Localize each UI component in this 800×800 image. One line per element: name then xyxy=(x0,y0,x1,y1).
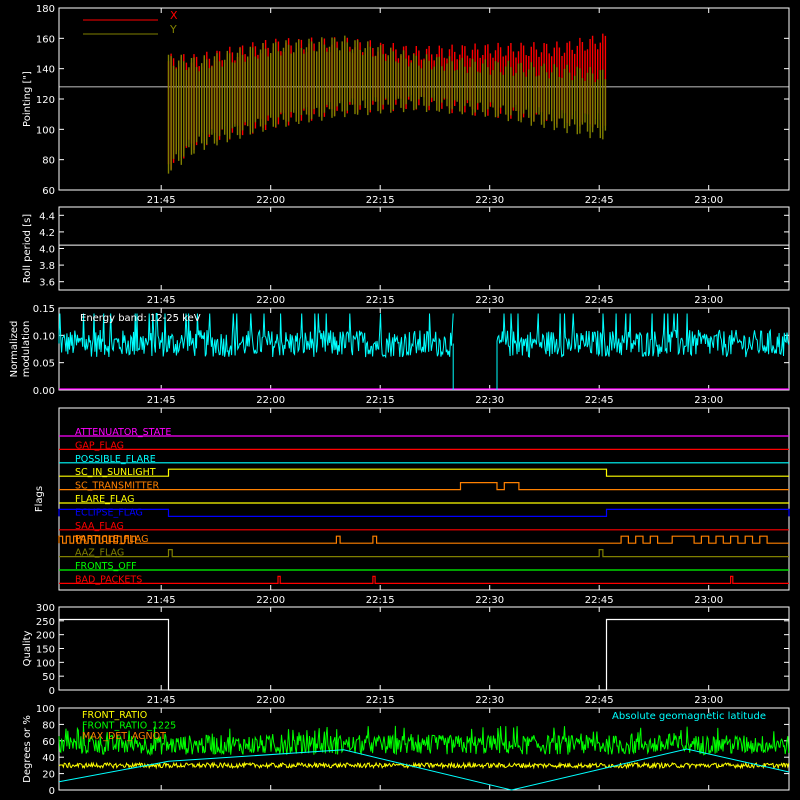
roll_period-xtick-label: 21:45 xyxy=(147,295,176,306)
flag-trace-sc_transmitter xyxy=(59,482,789,491)
flag-trace-sc_in_sunlight xyxy=(59,468,789,477)
pointing-ytick-label: 160 xyxy=(36,34,55,45)
quality-xtick-label: 21:45 xyxy=(147,695,176,706)
modulation-ylabel-line2: modulation xyxy=(21,321,32,378)
flag-trace-aaz_flag xyxy=(59,549,789,558)
pointing-xtick-label: 21:45 xyxy=(147,195,176,206)
quality-ytick-label: 200 xyxy=(36,631,55,642)
quality-xtick-label: 22:30 xyxy=(475,695,504,706)
quality-ytick-label: 150 xyxy=(36,645,55,656)
pointing-xtick-label: 23:00 xyxy=(694,195,723,206)
roll_period-ylabel: Roll period [s] xyxy=(22,214,33,283)
ratio-legend-front_ratio: FRONT_RATIO xyxy=(82,710,147,721)
ratio-series-front-ratio xyxy=(58,761,790,770)
modulation-annotation: Energy band: 12-25 keV xyxy=(80,313,201,324)
modulation-xtick-label: 21:45 xyxy=(147,395,176,406)
quality-ytick-label: 100 xyxy=(36,658,55,669)
roll_period-frame xyxy=(58,206,790,291)
pointing-xtick-label: 22:45 xyxy=(585,195,614,206)
ratios-ytick-label: 0 xyxy=(49,786,55,797)
ratios-ytick-label: 60 xyxy=(42,737,55,748)
modulation-xtick-label: 22:45 xyxy=(585,395,614,406)
ratio-legend-front_ratio_1225: FRONT_RATIO_1225 xyxy=(82,721,176,732)
flags-xtick-label: 21:45 xyxy=(147,595,176,606)
modulation-xtick-label: 22:00 xyxy=(256,395,285,406)
quality-line xyxy=(59,618,789,691)
flag-trace-particle_flag xyxy=(58,535,789,544)
chart-canvas: 21:45 22:00 22:15 22:30 22:45 23:00 60 80 100 120… xyxy=(9,4,790,797)
roll_period-xtick-label: 22:15 xyxy=(366,295,395,306)
pointing-ytick-label: 140 xyxy=(36,65,55,76)
quality-ytick-label: 0 xyxy=(49,686,55,697)
pointing-xtick-label: 22:00 xyxy=(256,195,285,206)
modulation-ytick-label: 0.00 xyxy=(33,386,55,397)
modulation-series-segment xyxy=(496,313,790,358)
pointing-xtick-label: 22:15 xyxy=(366,195,395,206)
ratios-ytick-label: 40 xyxy=(42,753,55,764)
pointing-ytick-label: 80 xyxy=(42,156,55,167)
pointing-xtick-label: 22:30 xyxy=(475,195,504,206)
modulation-ylabel-line1: Normalized xyxy=(9,321,20,378)
roll_period-ytick-label: 4.4 xyxy=(39,211,55,222)
modulation-ytick-label: 0.15 xyxy=(33,304,55,315)
legend-label-X: X xyxy=(170,9,178,22)
roll_period-xtick-label: 22:00 xyxy=(256,295,285,306)
ratio-right-label: Absolute geomagnetic latitude xyxy=(612,711,766,722)
quality-ytick-label: 300 xyxy=(36,603,55,614)
quality-ytick-label: 250 xyxy=(36,617,55,628)
pointing-ytick-label: 100 xyxy=(36,125,55,136)
roll_period-ytick-label: 4.2 xyxy=(39,228,55,239)
roll_period-xtick-label: 22:30 xyxy=(475,295,504,306)
roll_period-ytick-label: 4.0 xyxy=(39,245,55,256)
pointing-ytick-label: 120 xyxy=(36,95,55,106)
flags-xtick-label: 22:45 xyxy=(585,595,614,606)
roll_period-xtick-label: 23:00 xyxy=(694,295,723,306)
modulation-ytick-label: 0.10 xyxy=(33,331,55,342)
ratios-ytick-label: 100 xyxy=(36,704,55,715)
flags-xtick-label: 23:00 xyxy=(694,595,723,606)
flags-ylabel: Flags xyxy=(34,486,45,512)
pointing-ylabel: Pointing ["] xyxy=(22,71,33,127)
pointing-series-Y xyxy=(167,35,607,174)
quality-ytick-label: 50 xyxy=(42,672,55,683)
pointing-ytick-label: 60 xyxy=(42,186,55,197)
ratios-ylabel: Degrees or % xyxy=(22,715,33,783)
flag-trace-bad_packets xyxy=(59,575,789,584)
pointing-series-X xyxy=(167,33,607,170)
quality-xtick-label: 22:45 xyxy=(585,695,614,706)
quality-ylabel: Quality xyxy=(22,631,33,667)
flags-xtick-label: 22:00 xyxy=(256,595,285,606)
modulation-xtick-label: 22:15 xyxy=(366,395,395,406)
ratio-legend-max_det_agnot: MAX_DET_AGNOT xyxy=(82,731,166,742)
quality-xtick-label: 23:00 xyxy=(694,695,723,706)
roll_period-ytick-label: 3.8 xyxy=(39,261,55,272)
ratio-series-geomagnetic-latitude xyxy=(58,748,790,791)
pointing-ytick-label: 180 xyxy=(36,4,55,15)
roll_period-xtick-label: 22:45 xyxy=(585,295,614,306)
modulation-xtick-label: 23:00 xyxy=(694,395,723,406)
ratios-ytick-label: 80 xyxy=(42,720,55,731)
modulation-xtick-label: 22:30 xyxy=(475,395,504,406)
quality-xtick-label: 22:00 xyxy=(256,695,285,706)
modulation-ytick-label: 0.05 xyxy=(33,359,55,370)
legend-label-Y: Y xyxy=(169,23,177,36)
ratios-ytick-label: 20 xyxy=(42,770,55,781)
flag-trace-eclipse_flag xyxy=(58,508,790,517)
roll_period-ytick-label: 3.6 xyxy=(39,278,55,289)
flags-xtick-label: 22:15 xyxy=(366,595,395,606)
quality-xtick-label: 22:15 xyxy=(366,695,395,706)
flags-xtick-label: 22:30 xyxy=(475,595,504,606)
